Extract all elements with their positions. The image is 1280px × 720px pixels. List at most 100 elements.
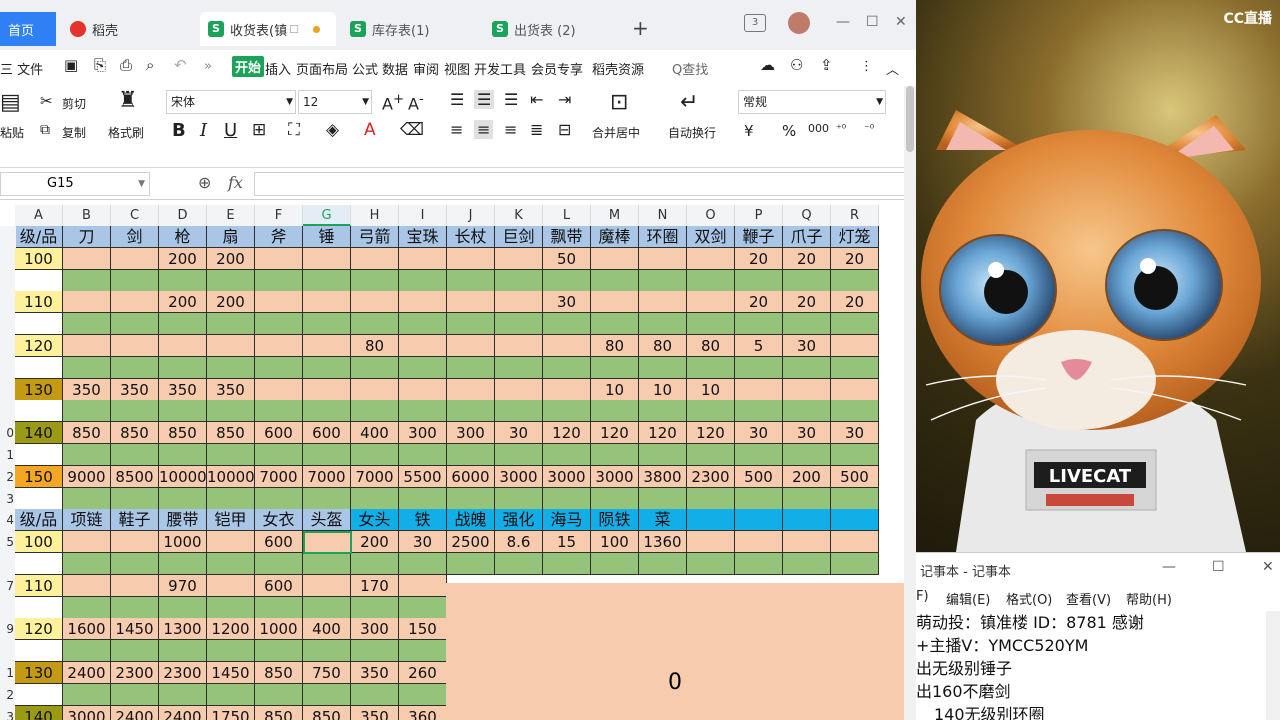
spacer-cell[interactable] [687, 487, 735, 510]
scrollbar-thumb[interactable] [906, 86, 914, 152]
value-cell[interactable]: 2400 [111, 705, 159, 720]
value-cell[interactable]: 7000 [255, 465, 303, 488]
value-cell[interactable]: 30 [495, 422, 543, 445]
column-title-cell[interactable] [687, 509, 735, 532]
spacer-cell[interactable] [591, 400, 639, 423]
value-cell[interactable]: 970 [159, 574, 207, 597]
fill-style-icon[interactable]: ⛶ [288, 120, 300, 140]
value-cell[interactable]: 350 [207, 378, 255, 401]
spacer-cell[interactable] [495, 269, 543, 292]
spacer-cell[interactable] [255, 400, 303, 423]
value-cell[interactable]: 7000 [351, 465, 399, 488]
value-cell[interactable]: 850 [303, 705, 351, 720]
value-cell[interactable] [63, 291, 111, 314]
align-right-icon[interactable]: ≡ [504, 120, 517, 139]
value-cell[interactable]: 80 [639, 335, 687, 357]
spacer-cell[interactable] [111, 400, 159, 423]
value-cell[interactable]: 200 [351, 531, 399, 554]
column-title-cell[interactable]: 鞭子 [735, 226, 783, 248]
print-icon[interactable]: ⎙ [120, 56, 132, 74]
level-cell[interactable]: 100 [15, 531, 63, 554]
spacer-cell[interactable] [399, 487, 447, 510]
spacer-cell[interactable] [495, 444, 543, 466]
column-title-cell[interactable]: 海马 [543, 509, 591, 532]
zoom-icon[interactable]: ⊕ [198, 173, 211, 192]
more-icon[interactable]: » [204, 59, 212, 74]
value-cell[interactable]: 10000 [207, 465, 255, 488]
spacer-cell[interactable] [255, 553, 303, 575]
value-cell[interactable] [63, 335, 111, 357]
menu-review[interactable]: 审阅 [413, 59, 439, 78]
spacer-cell[interactable] [831, 269, 879, 292]
row-header[interactable]: 3 [0, 487, 16, 510]
spacer-cell[interactable] [63, 313, 111, 336]
spacer-cell[interactable] [495, 400, 543, 423]
percent-button[interactable]: % [782, 122, 796, 140]
number-format-select[interactable]: 常规 ▼ [738, 90, 886, 114]
column-title-cell[interactable]: 环圈 [639, 226, 687, 248]
spacer-cell[interactable] [639, 487, 687, 510]
column-title-cell[interactable]: 项链 [63, 509, 111, 532]
value-cell[interactable] [831, 378, 879, 401]
value-cell[interactable] [783, 531, 831, 554]
spacer-cell[interactable] [303, 444, 351, 466]
spacer-cell[interactable] [543, 269, 591, 292]
spacer-cell[interactable] [15, 487, 63, 510]
align-middle-icon[interactable]: ☰ [474, 90, 495, 109]
spacer-cell[interactable] [207, 487, 255, 510]
spacer-cell[interactable] [831, 356, 879, 379]
value-cell[interactable]: 360 [399, 705, 447, 720]
spacer-cell[interactable] [207, 596, 255, 619]
tab-receipt-sheet[interactable]: S 收货表(镇 ☐ [200, 12, 336, 46]
spacer-cell[interactable] [111, 444, 159, 466]
spacer-cell[interactable] [207, 640, 255, 663]
spacer-cell[interactable] [15, 400, 63, 423]
value-cell[interactable]: 3800 [639, 465, 687, 488]
row-header[interactable]: 0 [0, 422, 16, 445]
value-cell[interactable]: 20 [831, 247, 879, 270]
value-cell[interactable] [111, 335, 159, 357]
spacer-cell[interactable] [351, 444, 399, 466]
spacer-cell[interactable] [831, 487, 879, 510]
spacer-cell[interactable] [15, 444, 63, 466]
value-cell[interactable]: 350 [159, 378, 207, 401]
value-cell[interactable]: 9000 [63, 465, 111, 488]
value-cell[interactable]: 850 [111, 422, 159, 445]
close-icon[interactable]: ✕ [1262, 559, 1274, 575]
spacer-cell[interactable] [447, 553, 495, 575]
row-header[interactable]: 1 [0, 662, 16, 684]
search-button[interactable]: Q查找 [672, 59, 708, 78]
spacer-cell[interactable] [111, 553, 159, 575]
spacer-cell[interactable] [639, 356, 687, 379]
column-header-m[interactable]: M [591, 205, 639, 226]
value-cell[interactable]: 200 [207, 291, 255, 314]
notepad-menu-format[interactable]: 格式(O) [1006, 589, 1052, 608]
spacer-cell[interactable] [111, 596, 159, 619]
value-cell[interactable]: 80 [687, 335, 735, 357]
spacer-cell[interactable] [831, 313, 879, 336]
column-title-cell[interactable]: 陨铁 [591, 509, 639, 532]
value-cell[interactable]: 350 [111, 378, 159, 401]
avatar[interactable] [788, 12, 810, 34]
row-header[interactable] [0, 335, 16, 357]
spacer-cell[interactable] [255, 487, 303, 510]
menu-member[interactable]: 会员专享 [531, 59, 583, 78]
preview-icon[interactable]: ⌕ [146, 56, 154, 74]
spacer-cell[interactable] [63, 640, 111, 663]
spacer-cell[interactable] [783, 356, 831, 379]
maximize-icon[interactable]: ☐ [1212, 559, 1225, 575]
cloud-sync-icon[interactable]: ☁ [760, 56, 775, 74]
column-title-cell[interactable]: 巨剑 [495, 226, 543, 248]
value-cell[interactable] [111, 291, 159, 314]
value-cell[interactable]: 1200 [207, 618, 255, 641]
value-cell[interactable] [687, 247, 735, 270]
value-cell[interactable]: 300 [447, 422, 495, 445]
copy-icon[interactable]: ⧉ [40, 122, 50, 138]
level-cell[interactable]: 140 [15, 705, 63, 720]
spacer-cell[interactable] [159, 487, 207, 510]
value-cell[interactable] [591, 291, 639, 314]
spacer-cell[interactable] [495, 487, 543, 510]
paste-icon[interactable]: ▤ [0, 90, 21, 115]
value-cell[interactable]: 1450 [207, 662, 255, 684]
value-cell[interactable]: 120 [687, 422, 735, 445]
